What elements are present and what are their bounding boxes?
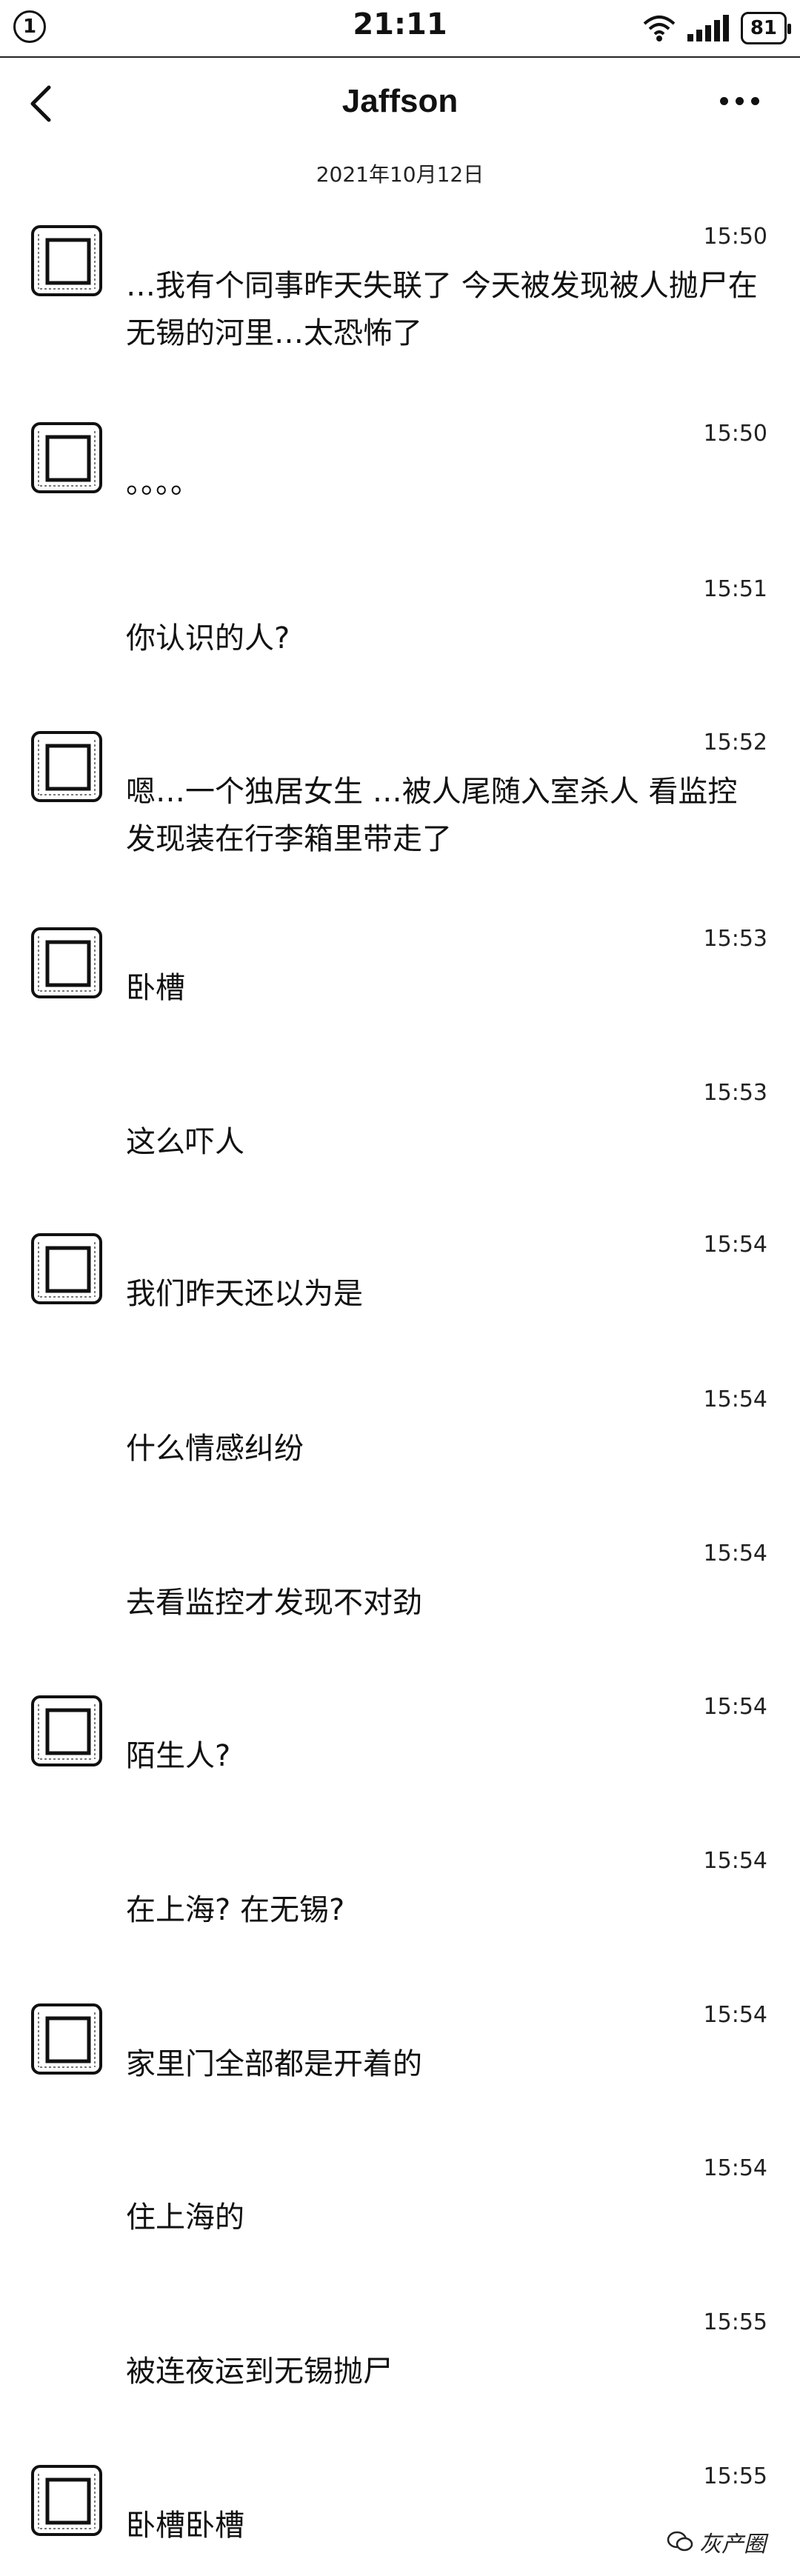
message-text[interactable]: 家里门全部都是开着的 <box>126 2041 763 2088</box>
sender-avatar[interactable] <box>30 1694 104 1768</box>
message-time: 15:54 <box>703 1541 767 1566</box>
sender-avatar[interactable] <box>30 421 104 495</box>
status-icons: 81 <box>643 10 792 46</box>
status-divider <box>0 56 800 58</box>
sender-avatar[interactable] <box>30 730 104 804</box>
message-text[interactable]: 在上海? 在无锡? <box>126 1886 763 1934</box>
sender-avatar[interactable] <box>30 2002 104 2076</box>
message-time: 15:51 <box>703 576 767 602</box>
message-text[interactable]: 。。。。 <box>126 459 763 507</box>
message-text[interactable]: 住上海的 <box>126 2194 763 2241</box>
message-time: 15:54 <box>703 1848 767 1874</box>
message-time: 15:50 <box>703 224 767 250</box>
sender-avatar[interactable] <box>30 1232 104 1306</box>
sender-avatar[interactable] <box>30 224 104 298</box>
message-time: 15:53 <box>703 1080 767 1106</box>
message-text[interactable]: 被连夜运到无锡抛尸 <box>126 2348 763 2395</box>
message-time: 15:53 <box>703 926 767 952</box>
signal-icon <box>687 15 729 41</box>
message-text[interactable]: …我有个同事昨天失联了 今天被发现被人抛尸在无锡的河里…太恐怖了 <box>126 262 763 357</box>
message-time: 15:54 <box>703 1387 767 1412</box>
sender-avatar[interactable] <box>30 926 104 1000</box>
message-time: 15:55 <box>703 2463 767 2489</box>
message-text[interactable]: 去看监控才发现不对劲 <box>126 1579 763 1626</box>
watermark: 灰产圈 <box>667 2526 766 2558</box>
status-bar: 1 21:11 81 <box>0 0 800 58</box>
message-text[interactable]: 嗯…一个独居女生 …被人尾随入室杀人 看监控发现装在行李箱里带走了 <box>126 768 763 863</box>
message-text[interactable]: 卧槽 <box>126 964 763 1012</box>
message-time: 15:54 <box>703 1694 767 1720</box>
watermark-text: 灰产圈 <box>699 2532 766 2557</box>
message-time: 15:54 <box>703 2155 767 2181</box>
chat-header: Jaffson <box>0 59 800 156</box>
message-time: 15:54 <box>703 2002 767 2028</box>
message-text[interactable]: 这么吓人 <box>126 1118 763 1166</box>
sender-avatar[interactable] <box>30 2463 104 2537</box>
date-label: 2021年10月12日 <box>316 162 484 187</box>
message-text[interactable]: 陌生人? <box>126 1732 763 1780</box>
message-text[interactable]: 我们昨天还以为是 <box>126 1270 763 1318</box>
message-time: 15:54 <box>703 1232 767 1258</box>
message-time: 15:50 <box>703 421 767 447</box>
message-time: 15:52 <box>703 730 767 755</box>
chat-bubble-icon <box>667 2531 693 2552</box>
more-options-icon[interactable] <box>720 86 772 116</box>
chat-title: Jaffson <box>341 83 459 119</box>
wifi-icon <box>643 16 676 41</box>
message-text[interactable]: 什么情感纠纷 <box>126 1425 763 1472</box>
battery-indicator: 81 <box>740 12 792 44</box>
message-text[interactable]: 你认识的人? <box>126 615 763 662</box>
message-time: 15:55 <box>703 2309 767 2335</box>
